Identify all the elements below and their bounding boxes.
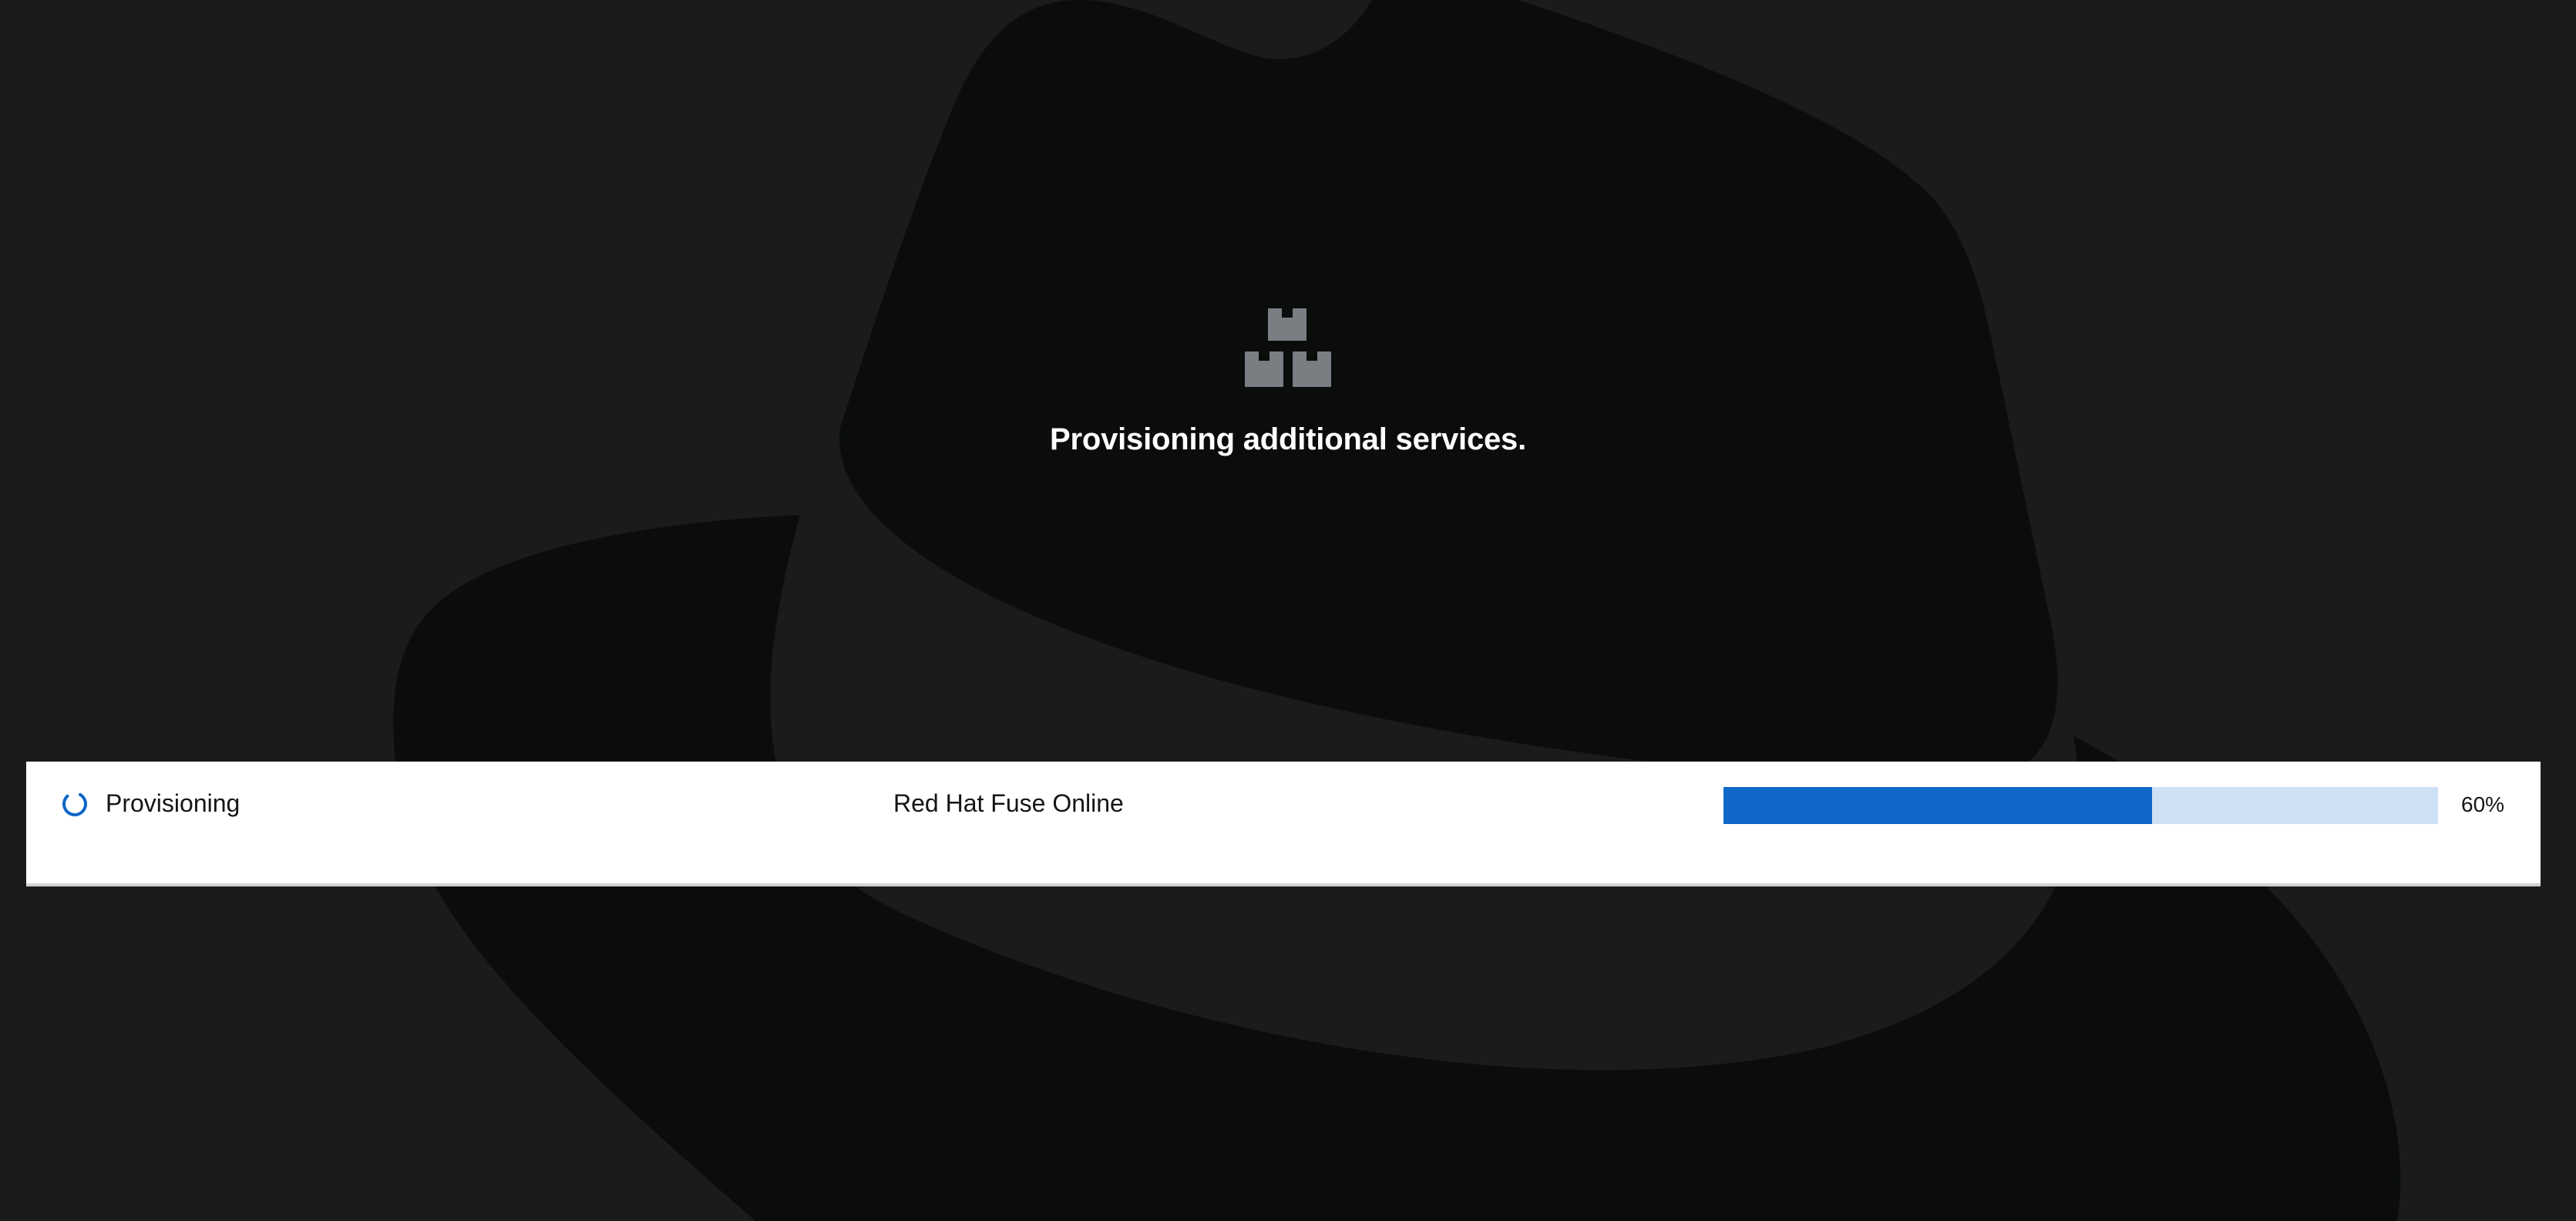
empty-state: Provisioning additional services.	[0, 308, 2576, 457]
progress-percent-label: 60%	[2461, 792, 2505, 816]
progress-bar	[1723, 787, 2438, 824]
status-label: Provisioning	[106, 789, 240, 817]
red-hat-background-icon	[393, 0, 2401, 1221]
provisioning-screen: Provisioning additional services. Provis…	[0, 0, 2576, 1221]
spinner-icon	[62, 792, 87, 816]
progress-bar-fill	[1723, 787, 2153, 824]
boxes-icon	[1245, 308, 1331, 387]
service-row: Provisioning Red Hat Fuse Online 60%	[26, 762, 2541, 886]
service-name: Red Hat Fuse Online	[893, 789, 1124, 817]
page-title: Provisioning additional services.	[1049, 422, 1527, 456]
